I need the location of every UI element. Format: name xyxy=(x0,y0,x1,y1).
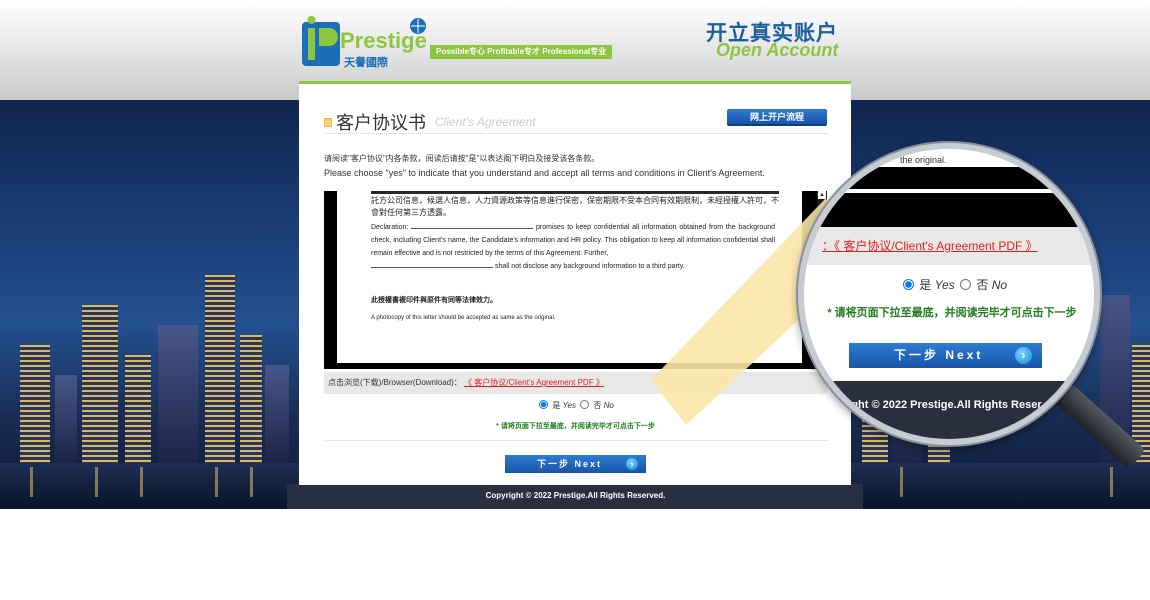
no-radio[interactable] xyxy=(580,400,590,409)
decl-label: Declaration: xyxy=(371,224,409,231)
divider xyxy=(324,440,827,441)
lens-yes-cn: 是 xyxy=(919,278,932,292)
lens-yes-en: Yes xyxy=(934,278,955,292)
no-label-en: No xyxy=(603,401,614,410)
doc-cn-text: 託方公司信息，候選人信息，人力資源政策等信息進行保密，保密期限不受本合同有效期限… xyxy=(371,196,779,217)
lens-pdf-link: ：《 客户协议/Client's Agreement PDF 》 xyxy=(822,239,1038,253)
divider xyxy=(324,133,827,134)
agreement-viewer[interactable]: 託方公司信息，候選人信息，人力資源政策等信息進行保密，保密期限不受本合同有效期限… xyxy=(324,191,827,369)
instruction-en: Please choose "yes" to indicate that you… xyxy=(324,168,765,178)
lens-no-radio xyxy=(960,279,971,290)
lens-no-cn: 否 xyxy=(976,278,989,292)
lens-download-bar: ：《 客户协议/Client's Agreement PDF 》 xyxy=(804,227,1094,265)
logo-sub: 天譽國際 xyxy=(344,55,389,69)
lens-orig-text: the original. xyxy=(900,155,947,165)
decl-text-2: shall not disclose any background inform… xyxy=(494,263,685,270)
tagline: Possible专心 Profitable专才 Professional专业 xyxy=(430,45,613,59)
copyright: Copyright © 2022 Prestige.All Rights Res… xyxy=(485,491,666,500)
chevron-right-icon: › xyxy=(626,458,638,470)
lens-chevron-right-icon: › xyxy=(1015,347,1032,364)
prestige-logo[interactable]: Prestige 天譽國際 xyxy=(300,14,430,70)
doc-declaration: Declaration: promises to keep confidenti… xyxy=(371,221,775,273)
lens-next-label: 下一步 Next xyxy=(894,348,984,362)
scroll-notice: * 请将页面下拉至最底，并阅读完毕才可点击下一步 xyxy=(496,423,655,430)
header-title-en: Open Account xyxy=(716,40,839,60)
download-label: 点击浏览(下载)/Browser(Download)： xyxy=(328,378,462,387)
doc-photocopy-en: A photocopy of this letter should be acc… xyxy=(371,315,556,321)
account-flow-button[interactable]: 网上开户流程 xyxy=(727,109,827,126)
page: Prestige 天譽國際 Possible专心 Profitable专才 Pr… xyxy=(0,0,1150,600)
magnifier-lens: the original. ：《 客户协议/Client's Agreement… xyxy=(798,143,1100,445)
page-title-en: Client's Agreement xyxy=(435,115,536,129)
next-button[interactable]: 下一步 Next › xyxy=(505,455,646,473)
lens-notice: * 请将页面下拉至最底，并阅读完毕才可点击下一步 xyxy=(827,307,1077,319)
lens-no-en: No xyxy=(991,278,1008,292)
no-label-cn: 否 xyxy=(593,401,602,410)
lens-yes-radio xyxy=(902,279,914,290)
document-icon xyxy=(324,118,332,127)
agreement-card: 客户协议书 Client's Agreement 网上开户流程 请阅读"客户协议… xyxy=(299,81,851,485)
lens-agree-choice: 是 Yes 否 No xyxy=(804,276,1094,293)
next-label: 下一步 Next xyxy=(537,459,603,469)
lens-copyright: right © 2022 Prestige.All Rights Reser xyxy=(844,399,1042,411)
lens-next-button: 下一步 Next › xyxy=(849,343,1042,368)
doc-photocopy-cn: 此授權書複印件與原件有同等法律效力。 xyxy=(371,297,497,304)
yes-radio[interactable] xyxy=(539,400,549,409)
yes-label-cn: 是 xyxy=(552,401,561,410)
page-title-cn: 客户协议书 xyxy=(336,113,426,134)
agreement-pdf-link[interactable]: 《 客户协议/Client's Agreement PDF 》 xyxy=(464,378,604,387)
instruction-cn: 请阅读"客户协议"内各条款，阅读后请按"是"以表达阁下明白及接受该各条款。 xyxy=(324,154,600,163)
yes-label-en: Yes xyxy=(562,401,576,410)
agree-choice: 是 Yes 否 No xyxy=(324,400,827,411)
agreement-page: 託方公司信息，候選人信息，人力資源政策等信息進行保密，保密期限不受本合同有效期限… xyxy=(337,191,802,363)
download-bar: 点击浏览(下载)/Browser(Download)： 《 客户协议/Clien… xyxy=(324,372,827,394)
